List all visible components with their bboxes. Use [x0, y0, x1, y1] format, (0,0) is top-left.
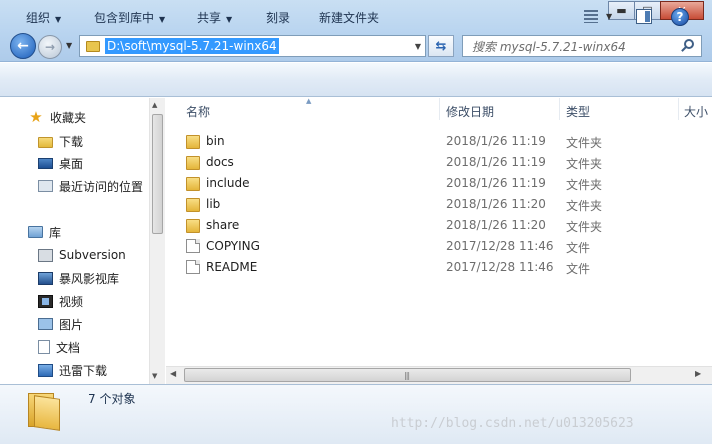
- sidebar-item-video-library[interactable]: 暴风影视库: [38, 268, 119, 288]
- file-date: 2017/12/28 11:46: [446, 239, 554, 253]
- star-icon: ★: [29, 108, 43, 126]
- file-date: 2018/1/26 11:20: [446, 218, 546, 232]
- include-in-library-menu[interactable]: 包含到库中 ▼: [94, 9, 165, 26]
- file-type: 文件夹: [566, 157, 603, 171]
- file-icon: [186, 238, 200, 253]
- view-dropdown-icon[interactable]: ▼: [606, 12, 612, 21]
- forward-arrow-icon: →: [44, 40, 56, 54]
- video-library-icon: [38, 271, 53, 285]
- chevron-down-icon: ▼: [226, 15, 233, 24]
- share-menu[interactable]: 共享 ▼: [197, 9, 232, 26]
- folder-icon: [186, 134, 200, 149]
- column-header-name[interactable]: 名称: [186, 100, 210, 122]
- file-date: 2018/1/26 11:19: [446, 155, 546, 169]
- column-header-date[interactable]: 修改日期: [446, 100, 494, 122]
- organize-menu[interactable]: 组织 ▼: [26, 9, 61, 26]
- preview-pane-icon[interactable]: [636, 9, 652, 24]
- file-type: 文件: [566, 241, 591, 255]
- address-path[interactable]: D:\soft\mysql-5.7.21-winx64: [105, 38, 279, 54]
- sidebar-item-downloads[interactable]: 下载: [38, 131, 83, 151]
- file-type: 文件: [566, 262, 591, 276]
- window-controls: ▬ □ ✕: [608, 1, 704, 20]
- new-folder-button[interactable]: 新建文件夹: [319, 9, 379, 26]
- view-options-icon[interactable]: [584, 10, 598, 23]
- subversion-icon: [38, 248, 53, 262]
- file-date: 2018/1/26 11:19: [446, 176, 546, 190]
- search-icon[interactable]: [684, 39, 694, 49]
- file-date: 2018/1/26 11:19: [446, 134, 546, 148]
- sidebar-item-libraries[interactable]: 库: [28, 222, 61, 242]
- command-bar: [0, 63, 712, 97]
- search-input[interactable]: 搜索 mysql-5.7.21-winx64: [462, 35, 702, 57]
- back-arrow-icon: ←: [17, 38, 29, 54]
- list-item[interactable]: lib: [186, 193, 220, 214]
- sidebar-item-subversion[interactable]: Subversion: [38, 245, 126, 265]
- column-header-type[interactable]: 类型: [566, 100, 590, 122]
- documents-icon: [38, 340, 50, 354]
- list-item[interactable]: README: [186, 256, 257, 277]
- column-divider[interactable]: [678, 98, 679, 120]
- thunder-download-icon: [38, 363, 53, 377]
- refresh-button[interactable]: ⇆: [428, 35, 454, 57]
- chevron-down-icon: ▼: [159, 15, 166, 24]
- item-count: 7 个对象: [88, 392, 136, 406]
- file-type: 文件夹: [566, 178, 603, 192]
- file-type: 文件夹: [566, 220, 603, 234]
- list-item[interactable]: include: [186, 172, 249, 193]
- sort-ascending-icon: ▲: [306, 97, 312, 105]
- file-date: 2018/1/26 11:20: [446, 197, 546, 211]
- folder-icon: [186, 155, 200, 170]
- sidebar-item-videos[interactable]: 视频: [38, 291, 83, 311]
- folder-icon: [86, 40, 100, 52]
- scrollbar-grip-icon: |||: [404, 371, 410, 380]
- refresh-icon: ⇆: [435, 38, 447, 54]
- folder-icon: [38, 136, 53, 148]
- search-placeholder: 搜索 mysql-5.7.21-winx64: [472, 39, 626, 54]
- back-button[interactable]: ←: [10, 33, 36, 59]
- file-type: 文件夹: [566, 199, 603, 213]
- scroll-down-arrow-icon[interactable]: ▼: [152, 372, 157, 380]
- sidebar-item-desktop[interactable]: 桌面: [38, 153, 83, 173]
- recent-pages-dropdown[interactable]: ▼: [66, 41, 72, 50]
- large-folder-icon: [28, 391, 62, 431]
- help-icon[interactable]: ?: [671, 8, 689, 26]
- column-divider[interactable]: [439, 98, 440, 120]
- address-bar[interactable]: D:\soft\mysql-5.7.21-winx64 ▼: [79, 35, 426, 57]
- sidebar-item-thunder-download[interactable]: 迅雷下载: [38, 360, 107, 380]
- list-item[interactable]: COPYING: [186, 235, 260, 256]
- sidebar-item-documents[interactable]: 文档: [38, 337, 80, 357]
- folder-icon: [186, 218, 200, 233]
- recent-places-icon: [38, 180, 53, 192]
- scroll-left-arrow-icon[interactable]: ◀: [170, 369, 176, 378]
- watermark-text: http://blog.csdn.net/u013205623: [391, 416, 634, 431]
- column-divider[interactable]: [559, 98, 560, 120]
- pictures-icon: [38, 318, 53, 330]
- column-header-size[interactable]: 大小: [684, 100, 708, 122]
- sidebar-item-recent-places[interactable]: 最近访问的位置: [38, 176, 143, 196]
- scroll-right-arrow-icon[interactable]: ▶: [695, 369, 701, 378]
- address-dropdown-icon[interactable]: ▼: [415, 42, 421, 51]
- sidebar-item-favorites[interactable]: ★ 收藏夹: [28, 107, 86, 127]
- chevron-down-icon: ▼: [55, 15, 62, 24]
- list-item[interactable]: share: [186, 214, 239, 235]
- file-date: 2017/12/28 11:46: [446, 260, 554, 274]
- file-icon: [186, 259, 200, 274]
- folder-icon: [186, 176, 200, 191]
- sidebar-scrollbar-thumb[interactable]: [152, 114, 163, 234]
- folder-icon: [186, 197, 200, 212]
- scroll-up-arrow-icon[interactable]: ▲: [152, 101, 157, 109]
- forward-button[interactable]: →: [38, 35, 62, 59]
- videos-icon: [38, 294, 53, 308]
- file-type: 文件夹: [566, 136, 603, 150]
- sidebar-item-pictures[interactable]: 图片: [38, 314, 83, 334]
- desktop-icon: [38, 157, 53, 169]
- list-item[interactable]: bin: [186, 130, 225, 151]
- list-item[interactable]: docs: [186, 151, 234, 172]
- burn-button[interactable]: 刻录: [266, 9, 290, 26]
- libraries-icon: [28, 226, 43, 238]
